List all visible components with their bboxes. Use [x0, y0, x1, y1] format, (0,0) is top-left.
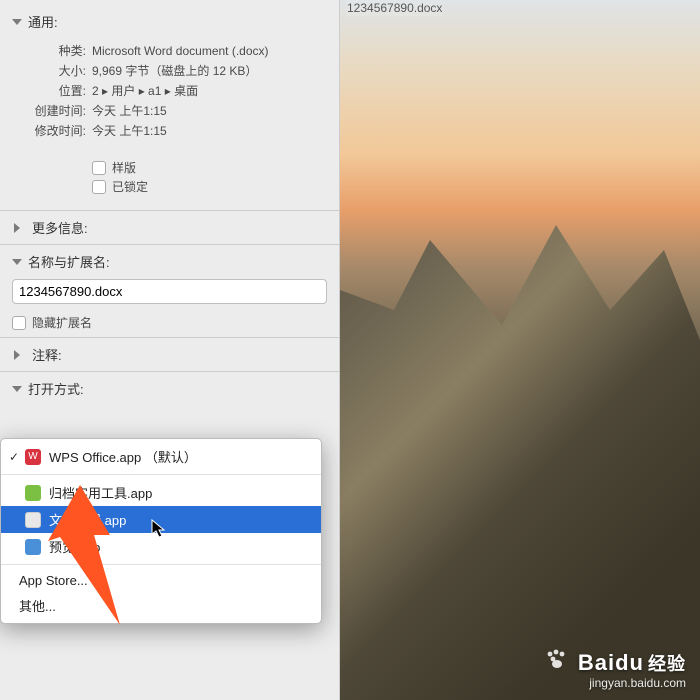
divider	[0, 244, 339, 245]
chevron-right-icon	[14, 350, 25, 360]
menu-item-wps[interactable]: ✓ W WPS Office.app （默认）	[1, 443, 321, 470]
info-panel: 通用: 种类: Microsoft Word document (.docx) 大…	[0, 0, 340, 700]
label-created: 创建时间:	[18, 101, 86, 121]
checkbox-locked[interactable]	[92, 180, 106, 194]
value-size: 9,969 字节（磁盘上的 12 KB）	[92, 61, 321, 81]
menu-item-textedit[interactable]: 文本编辑.app	[1, 506, 321, 533]
chevron-right-icon	[14, 223, 25, 233]
menu-item-appstore-label: App Store...	[19, 573, 88, 588]
watermark: Baidu经验 jingyan.baidu.com	[545, 648, 686, 690]
divider	[0, 210, 339, 211]
menu-item-archive-label: 归档实用工具.app	[49, 483, 152, 502]
value-created: 今天 上午1:15	[92, 101, 321, 121]
checkbox-locked-row: 已锁定	[92, 178, 321, 195]
label-size: 大小:	[18, 61, 86, 81]
menu-item-other-label: 其他...	[19, 596, 56, 615]
checkbox-template-label: 样版	[112, 159, 136, 176]
chevron-down-icon	[12, 386, 22, 392]
hide-ext-row: 隐藏扩展名	[12, 314, 327, 331]
section-comments[interactable]: 注释:	[0, 341, 339, 368]
menu-item-archive[interactable]: 归档实用工具.app	[1, 479, 321, 506]
section-general[interactable]: 通用:	[0, 8, 339, 35]
preview-icon	[25, 539, 41, 555]
menu-item-preview-label: 预览.app	[49, 537, 100, 556]
value-kind: Microsoft Word document (.docx)	[92, 41, 321, 61]
checkbox-locked-label: 已锁定	[112, 178, 148, 195]
desktop-background: 1234567890.docx Baidu经验 jingyan.baidu.co…	[340, 0, 700, 700]
checkbox-template[interactable]	[92, 161, 106, 175]
general-body: 种类: Microsoft Word document (.docx) 大小: 9,…	[0, 35, 339, 207]
menu-item-appstore[interactable]: App Store...	[1, 569, 321, 592]
value-where: 2 ▸ 用户 ▸ a1 ▸ 桌面	[92, 81, 321, 101]
hide-ext-label: 隐藏扩展名	[32, 314, 92, 331]
check-icon: ✓	[9, 450, 19, 464]
section-general-title: 通用:	[28, 12, 58, 31]
checkbox-hide-ext[interactable]	[12, 316, 26, 330]
section-name-ext-title: 名称与扩展名:	[28, 252, 110, 271]
watermark-logo: Baidu	[578, 650, 644, 675]
menu-separator	[1, 474, 321, 475]
label-kind: 种类:	[18, 41, 86, 61]
archive-icon	[25, 485, 41, 501]
divider	[0, 371, 339, 372]
watermark-logo-cn: 经验	[648, 654, 686, 674]
menu-item-preview[interactable]: 预览.app	[1, 533, 321, 560]
section-open-with-title: 打开方式:	[28, 379, 84, 398]
wps-icon: W	[25, 449, 41, 465]
section-more-info-title: 更多信息:	[32, 218, 88, 237]
textedit-icon	[25, 512, 41, 528]
label-modified: 修改时间:	[18, 121, 86, 141]
menu-separator	[1, 564, 321, 565]
filename-input[interactable]	[12, 279, 327, 304]
section-comments-title: 注释:	[32, 345, 62, 364]
chevron-down-icon	[12, 259, 22, 265]
section-more-info[interactable]: 更多信息:	[0, 214, 339, 241]
paw-icon	[545, 648, 567, 676]
open-with-menu: ✓ W WPS Office.app （默认） 归档实用工具.app 文本编辑.…	[0, 438, 322, 624]
divider	[0, 337, 339, 338]
menu-item-other[interactable]: 其他...	[1, 592, 321, 619]
section-name-ext[interactable]: 名称与扩展名:	[0, 248, 339, 275]
menu-item-wps-label: WPS Office.app （默认）	[49, 447, 197, 466]
checkbox-template-row: 样版	[92, 159, 321, 176]
menu-item-textedit-label: 文本编辑.app	[49, 510, 126, 529]
label-where: 位置:	[18, 81, 86, 101]
value-modified: 今天 上午1:15	[92, 121, 321, 141]
desktop-file-label: 1234567890.docx	[346, 0, 443, 16]
chevron-down-icon	[12, 19, 22, 25]
section-open-with[interactable]: 打开方式:	[0, 375, 339, 402]
watermark-url: jingyan.baidu.com	[545, 676, 686, 690]
